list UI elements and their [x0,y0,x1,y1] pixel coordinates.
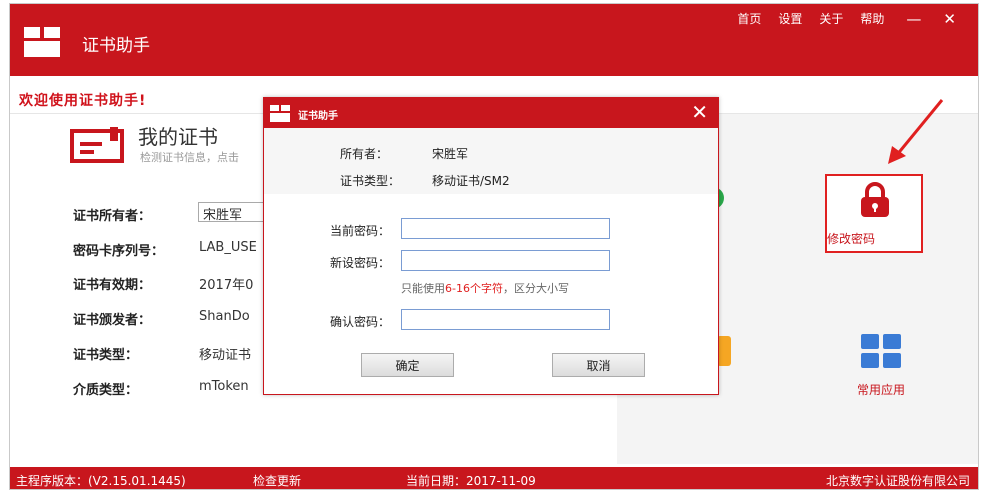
password-hint: 只能使用6-16个字符，区分大小写 [401,280,569,296]
info-value: 移动证书 [199,348,252,363]
owner-value: 宋胜军 [432,147,469,161]
new-password-label: 新设密码： [330,256,391,270]
dialog-owner-row: 所有者： 宋胜军 [340,145,468,162]
hint-highlight: 6-16个字符 [445,282,503,295]
info-value: mToken [199,379,249,394]
tile-common-apps[interactable]: 常用应用 [832,324,930,412]
annotation-arrow-icon [888,99,944,164]
nav-home[interactable]: 首页 [737,10,761,27]
app-logo-icon [24,27,60,57]
service-icon [717,336,731,366]
version-text: 主程序版本：(V2.15.01.1445) [16,474,186,488]
dialog-type-row: 证书类型： 移动证书/SM2 [340,172,510,189]
current-date: 当前日期：2017-11-09 [406,474,536,488]
close-button[interactable]: ✕ [943,11,956,26]
info-value: 2017年0 [199,278,254,293]
dialog-close-button[interactable]: ✕ [691,101,708,123]
nav-settings[interactable]: 设置 [778,10,802,27]
dialog-logo-icon [270,105,290,122]
change-password-tile[interactable]: 修改密码 [825,174,923,253]
info-label: 介质类型： [73,383,139,398]
company-name: 北京数字认证股份有限公司 [825,474,970,488]
info-label: 证书所有者： [73,209,152,224]
info-value: ShanDo [199,309,250,324]
current-password-label: 当前密码： [330,224,391,238]
tile-label: 常用应用 [856,383,905,397]
change-password-dialog: 证书助手 ✕ 所有者： 宋胜军 证书类型： 移动证书/SM2 当前密码： 新设密… [263,97,719,395]
lock-icon [861,182,889,217]
certificate-icon [70,127,124,163]
my-cert-title: 我的证书 [138,125,218,149]
dialog-cert-info: 所有者： 宋胜军 证书类型： 移动证书/SM2 [264,128,718,194]
nav-about[interactable]: 关于 [819,10,843,27]
confirm-password-input[interactable] [401,309,610,330]
owner-label: 所有者： [340,147,389,161]
current-password-input[interactable] [401,218,610,239]
check-update-link[interactable]: 检查更新 [253,472,301,489]
my-cert-subtitle: 检测证书信息，点击 [140,151,239,164]
info-label: 证书有效期： [73,278,152,293]
ok-button[interactable]: 确定 [361,353,454,377]
type-value: 移动证书/SM2 [432,174,510,188]
top-nav: 首页 设置 关于 帮助 — ✕ [720,10,956,27]
info-label: 证书颁发者： [73,313,152,328]
info-value: LAB_USE [199,240,257,255]
type-label: 证书类型： [340,174,401,188]
title-bar: 证书助手 首页 设置 关于 帮助 — ✕ [10,4,978,76]
welcome-text: 欢迎使用证书助手! [19,93,147,109]
minimize-button[interactable]: — [906,11,921,26]
new-password-input[interactable] [401,250,610,271]
apps-grid-icon [861,334,901,368]
dialog-title: 证书助手 [298,111,338,122]
status-bar: 主程序版本：(V2.15.01.1445) 检查更新 当前日期：2017-11-… [10,467,978,489]
app-title: 证书助手 [82,36,150,56]
nav-help[interactable]: 帮助 [860,10,884,27]
confirm-password-label: 确认密码： [330,315,391,329]
hint-suffix: ，区分大小写 [502,282,569,295]
hint-prefix: 只能使用 [401,282,445,295]
info-label: 证书类型： [73,348,139,363]
dialog-title-bar: 证书助手 ✕ [264,98,718,128]
tile-label: 修改密码 [827,232,876,246]
cancel-button[interactable]: 取消 [552,353,645,377]
info-label: 密码卡序列号： [73,244,165,259]
